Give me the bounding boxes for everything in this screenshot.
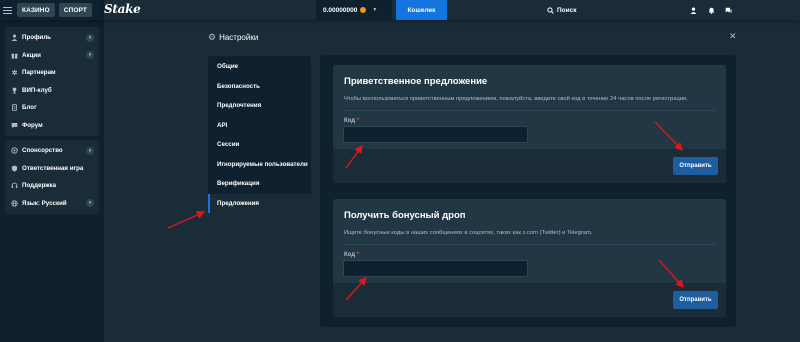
shield-icon xyxy=(10,165,19,172)
sidebar-item-language[interactable]: Язык: Русский › xyxy=(5,195,99,213)
chevron-right-icon: › xyxy=(86,33,94,42)
headset-icon xyxy=(10,182,19,189)
welcome-code-input[interactable] xyxy=(343,126,528,143)
settings-nav-offers[interactable]: Предложения xyxy=(208,193,311,213)
user-icon xyxy=(10,34,19,42)
gift-icon xyxy=(10,52,19,59)
sponsor-icon xyxy=(10,147,19,154)
notification-bell-icon[interactable] xyxy=(708,0,715,20)
card-description: Ищите бонусные коды в наших сообщениях в… xyxy=(344,230,593,236)
bonus-drop-code-input[interactable] xyxy=(343,260,528,277)
sidebar-item-label: Поддержка xyxy=(22,182,57,190)
submit-bonus-drop-button[interactable]: Отправить xyxy=(673,291,718,309)
stake-logo[interactable]: Stake xyxy=(104,2,141,16)
card-title: Получить бонусный дроп xyxy=(344,210,466,221)
user-account-icon[interactable] xyxy=(690,0,697,20)
settings-nav-sessions[interactable]: Сессии xyxy=(208,135,311,155)
chevron-right-icon: › xyxy=(86,146,94,155)
sidebar-item-label: Ответственная игра xyxy=(22,164,84,172)
sidebar-item-label: Акции xyxy=(22,51,41,59)
tab-casino[interactable]: КАЗИНО xyxy=(17,3,55,17)
bonus-drop-card: Получить бонусный дроп Ищите бонусные ко… xyxy=(333,199,726,317)
settings-nav-general[interactable]: Общие xyxy=(208,57,311,77)
bitcoin-coin-icon xyxy=(360,7,367,13)
chevron-down-icon: ▼ xyxy=(372,7,378,13)
sidebar-item-forum[interactable]: Форум xyxy=(5,117,99,135)
search-label: Поиск xyxy=(557,6,577,14)
sidebar-item-profile[interactable]: Профиль › xyxy=(5,29,99,47)
welcome-offer-card: Приветственное предложение Чтобы восполь… xyxy=(333,65,726,183)
trophy-icon xyxy=(10,87,19,94)
settings-nav-preferences[interactable]: Предпочтения xyxy=(208,96,311,116)
chevron-right-icon: › xyxy=(86,199,94,208)
code-field-label: Код * xyxy=(344,118,359,124)
sidebar-item-sponsorship[interactable]: Спонсорство › xyxy=(5,142,99,160)
sidebar-item-support[interactable]: Поддержка xyxy=(5,177,99,195)
gear-icon: ⚙ xyxy=(208,32,217,42)
divider xyxy=(342,110,717,111)
chat-icon xyxy=(10,122,19,129)
close-icon[interactable]: ✕ xyxy=(729,31,737,42)
sidebar-item-vip-club[interactable]: ВИП-клуб xyxy=(5,82,99,100)
sidebar-item-affiliate[interactable]: ✲ Партнерам xyxy=(5,64,99,82)
sidebar-item-label: Язык: Русский xyxy=(22,199,67,207)
sidebar-item-label: ВИП-клуб xyxy=(22,86,52,94)
globe-icon xyxy=(10,200,19,207)
required-mark: * xyxy=(356,252,360,258)
settings-nav-verification[interactable]: Верификация xyxy=(208,174,311,194)
balance-amount: 0.00000000 xyxy=(323,6,358,14)
sidebar-item-label: Форум xyxy=(22,121,43,129)
required-mark: * xyxy=(356,118,360,124)
sidebar-item-blog[interactable]: Блог xyxy=(5,99,99,117)
balance-selector[interactable]: 0.00000000 ▼ xyxy=(316,0,392,20)
sidebar-item-label: Партнерам xyxy=(22,69,56,77)
submit-welcome-code-button[interactable]: Отправить xyxy=(673,157,718,175)
settings-nav-api[interactable]: API xyxy=(208,116,311,136)
sidebar-group-secondary: Спонсорство › Ответственная игра Поддерж… xyxy=(5,140,99,214)
settings-nav-ignored-users[interactable]: Игнорируемые пользователи xyxy=(208,155,311,175)
card-description: Чтобы воспользоваться приветственным пре… xyxy=(344,96,688,102)
sidebar-item-responsible-gaming[interactable]: Ответственная игра xyxy=(5,160,99,178)
settings-nav-security[interactable]: Безопасность xyxy=(208,77,311,97)
search-icon xyxy=(547,6,554,14)
hamburger-menu-icon[interactable] xyxy=(3,6,12,14)
settings-title: ⚙ Настройки xyxy=(208,32,258,43)
code-label-text: Код xyxy=(344,252,356,258)
affiliate-icon: ✲ xyxy=(11,69,18,77)
sidebar-item-label: Блог xyxy=(22,104,37,112)
card-footer: Отправить xyxy=(333,149,726,183)
sidebar-top-tabs: КАЗИНО СПОРТ xyxy=(0,0,104,20)
code-field-label: Код * xyxy=(344,252,359,258)
wallet-button[interactable]: Кошелек xyxy=(396,0,447,20)
card-footer: Отправить xyxy=(333,283,726,317)
tab-sport[interactable]: СПОРТ xyxy=(58,3,92,17)
divider xyxy=(342,244,717,245)
search-button[interactable]: Поиск xyxy=(547,0,577,20)
sidebar-item-promotions[interactable]: Акции › xyxy=(5,47,99,65)
code-label-text: Код xyxy=(344,118,356,124)
settings-nav: Общие Безопасность Предпочтения API Сесс… xyxy=(208,56,311,213)
annotation-arrow-offers-nav xyxy=(167,211,206,229)
chat-messages-icon[interactable] xyxy=(725,0,732,20)
sidebar-item-label: Профиль xyxy=(22,34,51,42)
sidebar-group-main: Профиль › Акции › ✲ Партнерам ВИП-клуб Б… xyxy=(5,27,99,136)
sidebar-item-label: Спонсорство xyxy=(22,147,63,155)
settings-title-label: Настройки xyxy=(219,33,259,42)
chevron-right-icon: › xyxy=(86,51,94,60)
card-title: Приветственное предложение xyxy=(344,76,488,87)
document-icon xyxy=(10,104,19,111)
sidebar: КАЗИНО СПОРТ Профиль › Акции › ✲ Партнер… xyxy=(0,0,104,342)
